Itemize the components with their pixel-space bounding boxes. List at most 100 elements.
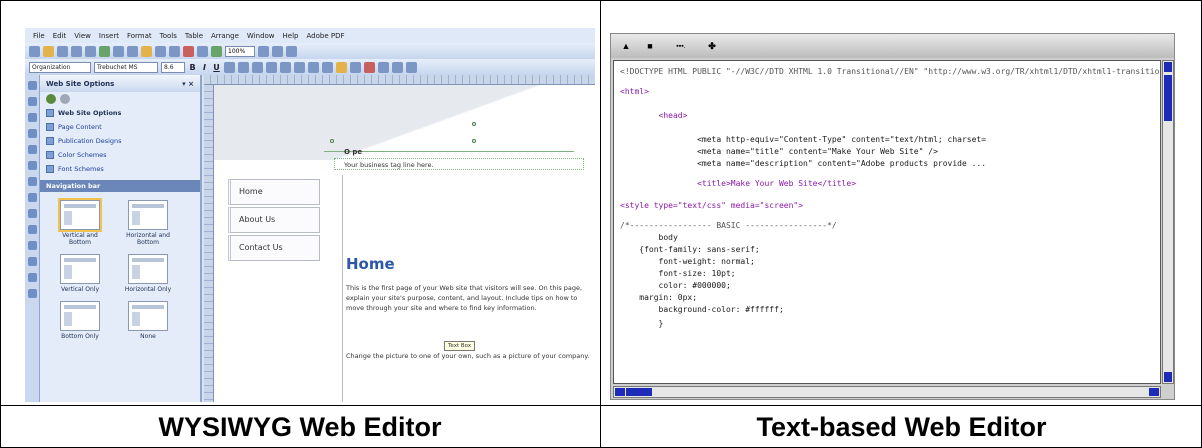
fill-color-icon[interactable]: [336, 61, 347, 73]
copy-icon[interactable]: [127, 45, 138, 57]
code-line[interactable]: body: [620, 233, 678, 242]
code-line[interactable]: <style type="text/css" media="screen">: [620, 201, 803, 210]
line-style-icon[interactable]: [378, 61, 389, 73]
navbar-option-vertical-and-bottom[interactable]: Vertical and Bottom: [52, 198, 108, 246]
table-icon[interactable]: [27, 113, 37, 122]
scroll-up-icon[interactable]: [1164, 62, 1172, 72]
code-line[interactable]: /*----------------- BASIC --------------…: [620, 221, 837, 230]
code-line[interactable]: }: [620, 319, 664, 328]
insert-hyperlink-icon[interactable]: [211, 45, 222, 57]
new-icon[interactable]: [29, 45, 40, 57]
back-icon[interactable]: [46, 94, 56, 104]
text-box-icon[interactable]: [27, 97, 37, 106]
arrow-up-icon[interactable]: ▲: [621, 41, 631, 51]
menu-item[interactable]: Arrange: [211, 32, 239, 40]
font-size-combo[interactable]: 8.6: [161, 61, 185, 73]
code-line[interactable]: {font-family: sans-serif;: [620, 245, 759, 254]
taskpane-link-page-content[interactable]: Page Content: [40, 120, 200, 134]
form-control-icon[interactable]: [27, 257, 37, 266]
insert-table-icon[interactable]: [197, 45, 208, 57]
design-gallery-icon[interactable]: [27, 289, 37, 298]
oval-icon[interactable]: [27, 193, 37, 202]
spelling-icon[interactable]: [99, 45, 110, 57]
menu-item[interactable]: Format: [127, 32, 152, 40]
organization-name[interactable]: O pe: [344, 148, 362, 156]
horizontal-scroll-thumb[interactable]: [626, 388, 652, 396]
underline-icon[interactable]: U: [212, 63, 221, 72]
italic-icon[interactable]: I: [200, 63, 209, 72]
menu-item[interactable]: Tools: [160, 32, 177, 40]
menu-item[interactable]: Window: [247, 32, 275, 40]
menu-item[interactable]: Table: [185, 32, 203, 40]
justify-icon[interactable]: [266, 61, 277, 73]
line-color-icon[interactable]: [350, 61, 361, 73]
insert-picture-icon[interactable]: [183, 45, 194, 57]
autoshapes-icon[interactable]: [27, 225, 37, 234]
decrease-indent-icon[interactable]: [308, 61, 319, 73]
style-combo[interactable]: Organization: [29, 61, 91, 73]
preview-icon[interactable]: [85, 45, 96, 57]
code-line[interactable]: color: #000000;: [620, 281, 731, 290]
nav-item-contact-us[interactable]: Contact Us: [228, 235, 320, 261]
stop-icon[interactable]: ■: [645, 41, 655, 51]
bold-icon[interactable]: B: [188, 63, 197, 72]
scroll-left-icon[interactable]: [615, 388, 625, 396]
menu-item[interactable]: Insert: [99, 32, 119, 40]
body-text[interactable]: This is the first page of your Web site …: [346, 283, 591, 313]
zoom-out-icon[interactable]: [272, 45, 283, 57]
menu-item[interactable]: View: [74, 32, 91, 40]
align-center-icon[interactable]: [238, 61, 249, 73]
increase-indent-icon[interactable]: [322, 61, 333, 73]
arrow-icon[interactable]: [27, 177, 37, 186]
help-icon[interactable]: [286, 45, 297, 57]
select-icon[interactable]: [27, 81, 37, 90]
navbar-option-none[interactable]: None: [120, 301, 176, 340]
menu-item[interactable]: Help: [283, 32, 299, 40]
taskpane-close-button[interactable]: ▾ ×: [182, 80, 194, 88]
tagline-text[interactable]: Your business tag line here.: [344, 161, 434, 169]
selection-handle[interactable]: [472, 139, 476, 143]
font-combo[interactable]: Trebuchet MS: [94, 61, 158, 73]
menu-item[interactable]: Adobe PDF: [307, 32, 345, 40]
code-line[interactable]: <title>Make Your Web Site</title>: [620, 179, 856, 188]
scroll-right-icon[interactable]: [1149, 388, 1159, 396]
hotspot-icon[interactable]: [27, 241, 37, 250]
rotation-handle[interactable]: [472, 122, 476, 126]
line-icon[interactable]: [27, 161, 37, 170]
cut-icon[interactable]: [113, 45, 124, 57]
code-line[interactable]: <meta name="title" content="Make Your We…: [620, 147, 938, 156]
wordart-icon[interactable]: [27, 129, 37, 138]
dash-style-icon[interactable]: [392, 61, 403, 73]
code-line[interactable]: font-weight: normal;: [620, 257, 755, 266]
undo-icon[interactable]: [155, 45, 166, 57]
scroll-down-icon[interactable]: [1164, 372, 1172, 382]
menu-item[interactable]: Edit: [53, 32, 67, 40]
align-left-icon[interactable]: [224, 61, 235, 73]
picture-caption-text[interactable]: Change the picture to one of your own, s…: [346, 351, 591, 361]
dots-icon[interactable]: ▪▪▪.: [669, 43, 693, 50]
vertical-scroll-thumb[interactable]: [1164, 75, 1172, 121]
code-line[interactable]: background-color: #ffffff;: [620, 305, 784, 314]
open-icon[interactable]: [43, 45, 54, 57]
picture-icon[interactable]: [27, 145, 37, 154]
numbering-icon[interactable]: [280, 61, 291, 73]
code-editor-area[interactable]: <!DOCTYPE HTML PUBLIC "-//W3C//DTD XHTML…: [613, 60, 1161, 384]
font-color-icon[interactable]: [364, 61, 375, 73]
bullets-icon[interactable]: [294, 61, 305, 73]
code-line[interactable]: <head>: [620, 111, 688, 120]
taskpane-link-font-schemes[interactable]: Font Schemes: [40, 162, 200, 176]
save-icon[interactable]: [57, 45, 68, 57]
code-line[interactable]: <meta http-equiv="Content-Type" content=…: [620, 135, 986, 144]
nav-item-about-us[interactable]: About Us: [228, 207, 320, 233]
align-right-icon[interactable]: [252, 61, 263, 73]
arrow-style-icon[interactable]: [406, 61, 417, 73]
code-line[interactable]: <html>: [620, 87, 649, 96]
settings-icon[interactable]: ✤: [707, 41, 717, 52]
zoom-combo[interactable]: 100%: [225, 45, 255, 57]
code-line[interactable]: <meta name="description" content="Adobe …: [620, 159, 986, 168]
horizontal-scrollbar[interactable]: [613, 386, 1161, 398]
vertical-ruler[interactable]: [204, 85, 214, 402]
navbar-option-vertical-only[interactable]: Vertical Only: [52, 254, 108, 293]
vertical-scrollbar[interactable]: [1162, 60, 1174, 384]
navbar-option-horizontal-only[interactable]: Horizontal Only: [120, 254, 176, 293]
